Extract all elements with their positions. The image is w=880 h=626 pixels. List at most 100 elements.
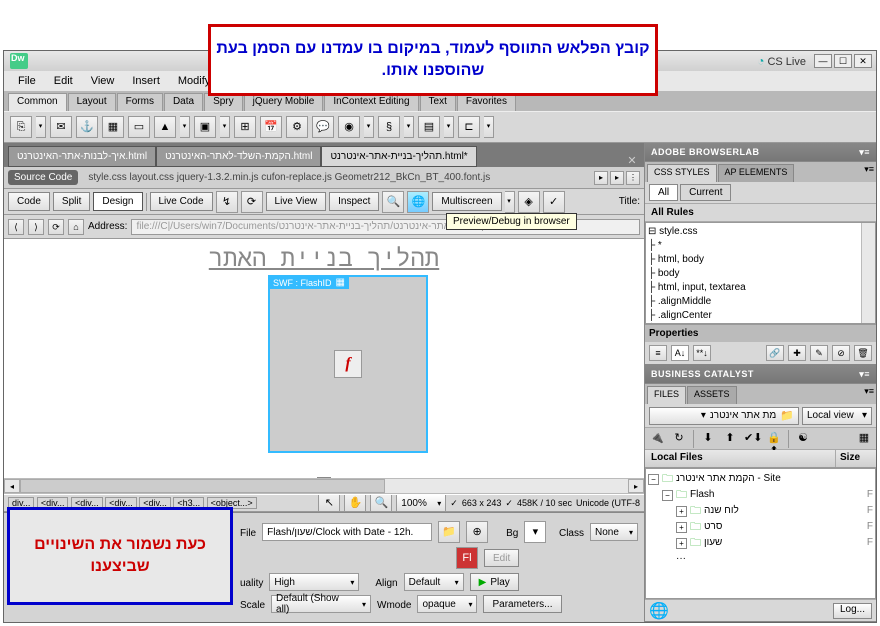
expand-toggle[interactable]: + [676, 506, 687, 517]
category-view-icon[interactable]: ≡ [649, 345, 667, 361]
insert-tab-layout[interactable]: Layout [68, 93, 116, 111]
disable-css-icon[interactable]: ⊘ [832, 345, 850, 361]
preview-browser-icon[interactable]: 🌐 [407, 191, 429, 213]
related-prev-icon[interactable]: ▸ [594, 171, 608, 185]
templates-icon[interactable]: ▤ [418, 116, 440, 138]
menu-file[interactable]: File [10, 73, 44, 89]
select-tool-icon[interactable]: ↖ [318, 494, 340, 512]
assets-tab[interactable]: ASSETS [687, 386, 737, 404]
panel-menu-icon[interactable]: ▾≡ [859, 369, 870, 380]
head-icon[interactable]: ◉ [338, 116, 360, 138]
script-icon[interactable]: § [378, 116, 400, 138]
dropdown-icon[interactable]: ▾ [364, 116, 374, 138]
document-tab[interactable]: הקמת-השלד-לאתר-האינטרנט.html [156, 146, 321, 167]
quality-select[interactable]: High [269, 573, 359, 591]
visual-aids-icon[interactable]: ◈ [518, 191, 540, 213]
validate-icon[interactable]: ✓ [543, 191, 565, 213]
checkout-icon[interactable]: ✔⬇ [744, 431, 760, 447]
vertical-scrollbar[interactable] [861, 223, 875, 323]
menu-view[interactable]: View [83, 73, 123, 89]
bg-color-swatch[interactable]: ▾ [524, 521, 546, 543]
browse-file-icon[interactable]: 📁 [438, 521, 460, 543]
live-code-button[interactable]: Live Code [150, 192, 213, 211]
related-next-icon[interactable]: ▸ [610, 171, 624, 185]
related-file-link[interactable]: layout.css [130, 172, 174, 183]
table-icon[interactable]: ▦ [102, 116, 124, 138]
refresh-icon[interactable]: ⟳ [241, 191, 263, 213]
panel-menu-icon[interactable]: ▾≡ [864, 386, 874, 404]
zoom-tool-icon[interactable]: 🔍 [370, 494, 392, 512]
file-tree-row[interactable]: +🗀לוח שנהF [648, 503, 873, 519]
expand-toggle[interactable]: + [676, 538, 687, 549]
related-file-link[interactable]: cufon-replace.js [261, 172, 332, 183]
css-rule-item[interactable]: ├ html, input, textarea [648, 281, 873, 295]
wmode-select[interactable]: opaque [417, 595, 477, 613]
panel-menu-icon[interactable]: ▾≡ [859, 147, 870, 158]
refresh-address-icon[interactable]: ⟳ [48, 219, 64, 235]
css-rule-item[interactable]: ├ .alignMiddle [648, 295, 873, 309]
expand-files-icon[interactable]: ▦ [856, 431, 872, 447]
server-icon[interactable]: ⚙ [286, 116, 308, 138]
sync-icon[interactable]: ☯ [795, 431, 811, 447]
related-file-link[interactable]: style.css [88, 172, 126, 183]
css-rule-item[interactable]: ⊟ style.css [648, 225, 873, 239]
browserlab-panel-header[interactable]: ADOBE BROWSERLAB▾≡ [645, 143, 876, 161]
insert-tab-common[interactable]: Common [8, 93, 67, 111]
expand-toggle[interactable]: − [648, 474, 659, 485]
scroll-right-icon[interactable]: ▸ [628, 479, 644, 493]
hyperlink-icon[interactable]: ⎘ [10, 116, 32, 138]
set-view-icon[interactable]: **↓ [693, 345, 711, 361]
get-icon[interactable]: ⬇ [700, 431, 716, 447]
cslive-button[interactable]: CS Live [751, 54, 812, 68]
file-tree-row[interactable]: −🗀FlashF [648, 487, 873, 503]
scale-select[interactable]: Default (Show all) [271, 595, 371, 613]
menu-edit[interactable]: Edit [46, 73, 81, 89]
css-styles-tab[interactable]: CSS STYLES [647, 164, 717, 182]
document-tab[interactable]: תהליך-בניית-אתר-אינטרנט.html* [321, 146, 476, 167]
multiscreen-dropdown-icon[interactable]: ▾ [505, 191, 515, 213]
document-tab[interactable]: איך-לבנות-אתר-האינטרנט.html [8, 146, 156, 167]
forward-icon[interactable]: ⟩ [28, 219, 44, 235]
connect-icon[interactable]: 🔌 [649, 431, 665, 447]
edit-button[interactable]: Edit [484, 549, 519, 567]
insert-tab-forms[interactable]: Forms [117, 93, 163, 111]
attach-css-icon[interactable]: 🔗 [766, 345, 784, 361]
email-link-icon[interactable]: ✉ [50, 116, 72, 138]
new-rule-icon[interactable]: ✚ [788, 345, 806, 361]
back-icon[interactable]: ⟨ [8, 219, 24, 235]
check-icon[interactable]: ↯ [216, 191, 238, 213]
css-rule-item[interactable]: ├ html, body [648, 253, 873, 267]
comment-icon[interactable]: 💬 [312, 116, 334, 138]
panel-menu-icon[interactable]: ▾≡ [864, 164, 874, 182]
widget-icon[interactable]: ⊞ [234, 116, 256, 138]
ap-elements-tab[interactable]: AP ELEMENTS [718, 164, 795, 182]
tag-chooser-icon[interactable]: ⊏ [458, 116, 480, 138]
files-tree[interactable]: −🗀Site - הקמת אתר אינטרנ −🗀FlashF+🗀לוח ש… [645, 468, 876, 599]
related-file-link[interactable]: jquery-1.3.2.min.js [177, 172, 259, 183]
div-icon[interactable]: ▭ [128, 116, 150, 138]
live-view-button[interactable]: Live View [266, 192, 327, 211]
design-canvas[interactable]: תהליך בניית האתר SWF : FlashID f [4, 239, 644, 478]
design-view-button[interactable]: Design [93, 192, 142, 211]
maximize-button[interactable]: ☐ [834, 54, 852, 68]
site-root-label[interactable]: Site - הקמת אתר אינטרנ [676, 471, 781, 487]
code-view-button[interactable]: Code [8, 192, 50, 211]
files-tab[interactable]: FILES [647, 386, 686, 404]
dropdown-icon[interactable]: ▾ [220, 116, 230, 138]
flash-logo-icon[interactable]: Fl [456, 547, 478, 569]
css-rule-item[interactable]: ├ body [648, 267, 873, 281]
delete-css-icon[interactable]: 🗑 [854, 345, 872, 361]
expand-toggle[interactable]: + [676, 522, 687, 533]
local-files-column[interactable]: Local Files [645, 450, 836, 467]
source-code-button[interactable]: Source Code [8, 170, 78, 185]
list-view-icon[interactable]: A↓ [671, 345, 689, 361]
css-rule-item[interactable]: ├ * [648, 239, 873, 253]
horizontal-scrollbar[interactable]: ◂ ▸ [4, 478, 644, 494]
related-menu-icon[interactable]: ⋮ [626, 171, 640, 185]
dropdown-icon[interactable]: ▾ [404, 116, 414, 138]
scroll-left-icon[interactable]: ◂ [4, 479, 20, 493]
inspect-button[interactable]: Inspect [329, 192, 379, 211]
dropdown-icon[interactable]: ▾ [444, 116, 454, 138]
related-file-link[interactable]: Geometr212_BkCn_BT_400.font.js [335, 172, 491, 183]
put-icon[interactable]: ⬆ [722, 431, 738, 447]
